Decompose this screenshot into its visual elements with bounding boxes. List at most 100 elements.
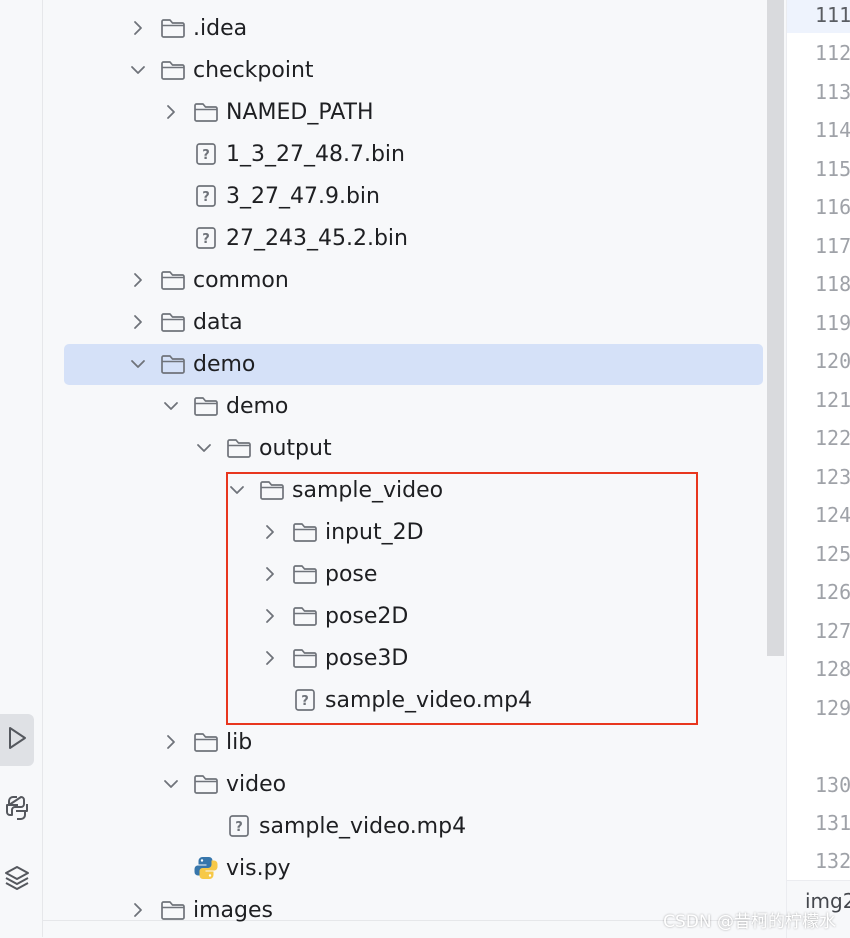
line-number: 125 (815, 542, 850, 566)
tree-item-27-243-45-2-bin[interactable]: ? 27_243_45.2.bin (43, 217, 765, 259)
tree-item-idea[interactable]: .idea (43, 7, 765, 49)
tree-item-3-27-47-9-bin[interactable]: ? 3_27_47.9.bin (43, 175, 765, 217)
line-number: 117 (815, 234, 850, 258)
tree-scrollbar-thumb[interactable] (767, 0, 784, 656)
tree-item-sample-video-mp4[interactable]: ? sample_video.mp4 (43, 805, 765, 847)
line-number: 114 (815, 118, 850, 142)
line-number: 116 (815, 195, 850, 219)
chevron-down-icon[interactable] (127, 59, 149, 81)
chevron-right-icon[interactable] (127, 17, 149, 39)
tree-item-demo[interactable]: demo (43, 385, 765, 427)
chevron-right-icon[interactable] (259, 647, 281, 669)
svg-text:?: ? (202, 190, 210, 205)
chevron-down-icon[interactable] (193, 437, 215, 459)
tree-item-input-2d[interactable]: input_2D (43, 511, 765, 553)
tree-item-label: images (193, 897, 273, 923)
layers-button[interactable] (0, 854, 34, 906)
tree-item-label: checkpoint (193, 57, 314, 83)
line-number: 122 (815, 426, 850, 450)
run-button[interactable] (0, 714, 34, 766)
tree-item-label: pose2D (325, 603, 409, 629)
folder-icon (160, 310, 186, 334)
line-number: 121 (815, 388, 850, 412)
chevron-right-icon[interactable] (127, 311, 149, 333)
tree-item-data[interactable]: data (43, 301, 765, 343)
tree-item-pose[interactable]: pose (43, 553, 765, 595)
tree-item-label: lib (226, 729, 253, 755)
tree-item-demo[interactable]: demo (43, 343, 765, 385)
tree-item-label: sample_video (292, 477, 444, 503)
python-file-icon (193, 856, 219, 880)
line-number: 128 (815, 657, 850, 681)
python-console-button[interactable] (0, 784, 34, 836)
chevron-down-icon[interactable] (226, 479, 248, 501)
line-number: 127 (815, 619, 850, 643)
folder-icon (292, 562, 318, 586)
tree-item-label: demo (193, 351, 256, 377)
folder-icon (292, 520, 318, 544)
unknown-file-icon: ? (226, 814, 252, 838)
tree-item-label: 27_243_45.2.bin (226, 225, 408, 251)
chevron-down-icon[interactable] (127, 353, 149, 375)
folder-icon (292, 646, 318, 670)
unknown-file-icon: ? (193, 184, 219, 208)
folder-icon (160, 352, 186, 376)
tree-item-pose3d[interactable]: pose3D (43, 637, 765, 679)
tree-item-label: 1_3_27_48.7.bin (226, 141, 405, 167)
tree-item-lib[interactable]: lib (43, 721, 765, 763)
line-number: 132 (815, 849, 850, 873)
line-number: 112 (815, 41, 850, 65)
svg-text:?: ? (202, 148, 210, 163)
unknown-file-icon: ? (193, 226, 219, 250)
tree-item-sample-video[interactable]: sample_video (43, 469, 765, 511)
tree-item-label: sample_video.mp4 (325, 687, 533, 713)
tree-item-label: NAMED_PATH (226, 99, 374, 125)
tree-item-label: input_2D (325, 519, 424, 545)
line-number: 115 (815, 157, 850, 181)
tree-item-common[interactable]: common (43, 259, 765, 301)
folder-icon (292, 604, 318, 628)
line-number: 111 (815, 3, 850, 27)
folder-icon (193, 730, 219, 754)
chevron-down-icon[interactable] (160, 773, 182, 795)
chevron-down-icon[interactable] (160, 395, 182, 417)
folder-icon (160, 268, 186, 292)
chevron-right-icon[interactable] (127, 899, 149, 921)
layers-icon (4, 864, 30, 896)
chevron-right-icon[interactable] (127, 269, 149, 291)
tree-item-pose2d[interactable]: pose2D (43, 595, 765, 637)
chevron-right-icon[interactable] (160, 101, 182, 123)
folder-icon (160, 58, 186, 82)
tree-item-images[interactable]: images (43, 889, 765, 931)
tree-item-label: data (193, 309, 243, 335)
tree-item-1-3-27-48-7-bin[interactable]: ? 1_3_27_48.7.bin (43, 133, 765, 175)
tree-item-output[interactable]: output (43, 427, 765, 469)
tree-item-video[interactable]: video (43, 763, 765, 805)
folder-icon (193, 100, 219, 124)
tree-item-label: pose (325, 561, 378, 587)
tree-item-label: 3_27_47.9.bin (226, 183, 380, 209)
editor-line-gutter: 111 112 113 114 115 116 117 118 119 120 121 122 123 1… (786, 0, 850, 880)
line-number: 120 (815, 349, 850, 373)
tree-item-label: video (226, 771, 287, 797)
unknown-file-icon: ? (193, 142, 219, 166)
chevron-right-icon[interactable] (259, 563, 281, 585)
run-icon (5, 725, 29, 755)
svg-text:?: ? (235, 820, 243, 835)
chevron-right-icon[interactable] (259, 521, 281, 543)
tree-item-sample-video-mp4[interactable]: ? sample_video.mp4 (43, 679, 765, 721)
tool-window-strip (0, 0, 43, 937)
folder-icon (193, 772, 219, 796)
line-number: 118 (815, 272, 850, 296)
tree-item-label: pose3D (325, 645, 409, 671)
tree-item-vis-py[interactable]: vis.py (43, 847, 765, 889)
folder-icon (259, 478, 285, 502)
tree-item-checkpoint[interactable]: checkpoint (43, 49, 765, 91)
watermark-text: CSDN @昔柯的柠檬水 (663, 912, 836, 932)
svg-text:?: ? (202, 232, 210, 247)
chevron-right-icon[interactable] (160, 731, 182, 753)
project-tree: .idea checkpoint NAMED_PATH? 1_3_27_48.7.bi… (43, 0, 765, 937)
tree-bottom-divider (43, 920, 766, 921)
tree-item-named-path[interactable]: NAMED_PATH (43, 91, 765, 133)
chevron-right-icon[interactable] (259, 605, 281, 627)
